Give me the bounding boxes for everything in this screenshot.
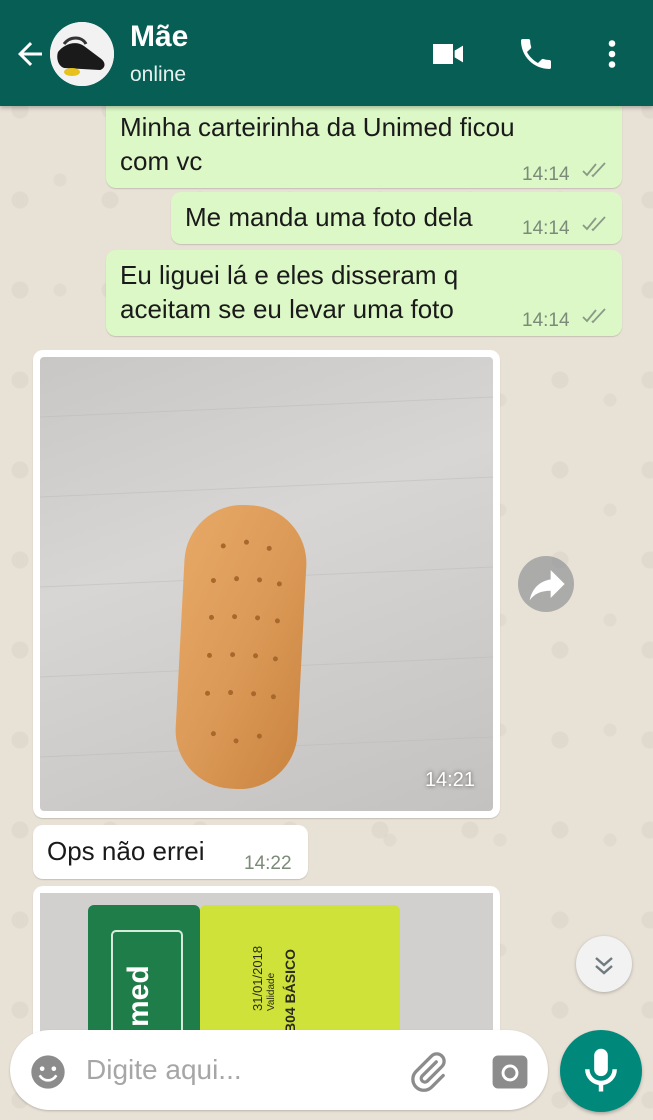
outgoing-message[interactable]: Me manda uma foto dela 14:14 — [171, 192, 622, 244]
cracker-biscuit-image — [40, 396, 493, 790]
unimed-card-image: med 31/01/2018 Validade B04 BÁSICO — [40, 893, 493, 1046]
contact-name[interactable]: Mãe — [130, 20, 188, 54]
card-plan-text: B04 BÁSICO — [282, 949, 298, 1033]
incoming-message[interactable]: Ops não errei 14:22 — [33, 825, 308, 879]
message-text: Me manda uma foto dela — [185, 202, 473, 232]
camera-icon[interactable] — [488, 1050, 532, 1094]
emoji-icon[interactable] — [28, 1052, 68, 1092]
incoming-image-message[interactable]: med 31/01/2018 Validade B04 BÁSICO — [33, 886, 500, 1046]
message-time: 14:14 — [522, 164, 570, 185]
video-call-icon[interactable] — [428, 34, 468, 74]
double-check-icon — [582, 162, 606, 178]
unimed-card-photo[interactable]: med 31/01/2018 Validade B04 BÁSICO — [40, 893, 493, 1046]
message-time: 14:14 — [522, 218, 570, 239]
message-input-bar — [10, 1030, 548, 1110]
message-text: Eu liguei lá e eles disseram q aceitam s… — [120, 260, 459, 324]
paperclip-icon[interactable] — [406, 1050, 450, 1094]
outgoing-message[interactable]: Minha carteirinha da Unimed ficou com vc… — [106, 104, 622, 188]
mic-icon — [585, 1048, 617, 1092]
card-validity-text: Validade — [266, 972, 277, 1011]
shoe-avatar-icon — [50, 22, 114, 86]
message-text: Minha carteirinha da Unimed ficou com vc — [120, 112, 515, 176]
message-time: 14:22 — [244, 853, 292, 874]
chat-header: Mãe online — [0, 0, 653, 106]
image-time: 14:21 — [424, 769, 475, 791]
double-check-icon — [582, 216, 606, 232]
message-time: 14:14 — [522, 310, 570, 331]
forward-icon — [529, 570, 565, 601]
incoming-image-message[interactable]: 14:21 — [33, 350, 500, 818]
message-input[interactable] — [86, 1050, 386, 1090]
cracker-biscuit-photo[interactable]: 14:21 — [40, 357, 493, 811]
phone-icon[interactable] — [516, 34, 556, 74]
forward-button[interactable] — [518, 556, 574, 612]
mic-button[interactable] — [560, 1030, 642, 1112]
avatar[interactable] — [50, 22, 114, 86]
chevron-down-icon — [595, 957, 613, 975]
scroll-down-button[interactable] — [576, 936, 632, 992]
card-brand-text: med — [122, 965, 155, 1027]
card-date-text: 31/01/2018 — [250, 946, 265, 1011]
back-arrow-icon[interactable] — [12, 36, 48, 72]
message-text: Ops não errei — [47, 836, 205, 866]
contact-status: online — [130, 63, 187, 86]
outgoing-message[interactable]: Eu liguei lá e eles disseram q aceitam s… — [106, 250, 622, 336]
more-vert-icon[interactable] — [594, 34, 630, 74]
double-check-icon — [582, 308, 606, 324]
